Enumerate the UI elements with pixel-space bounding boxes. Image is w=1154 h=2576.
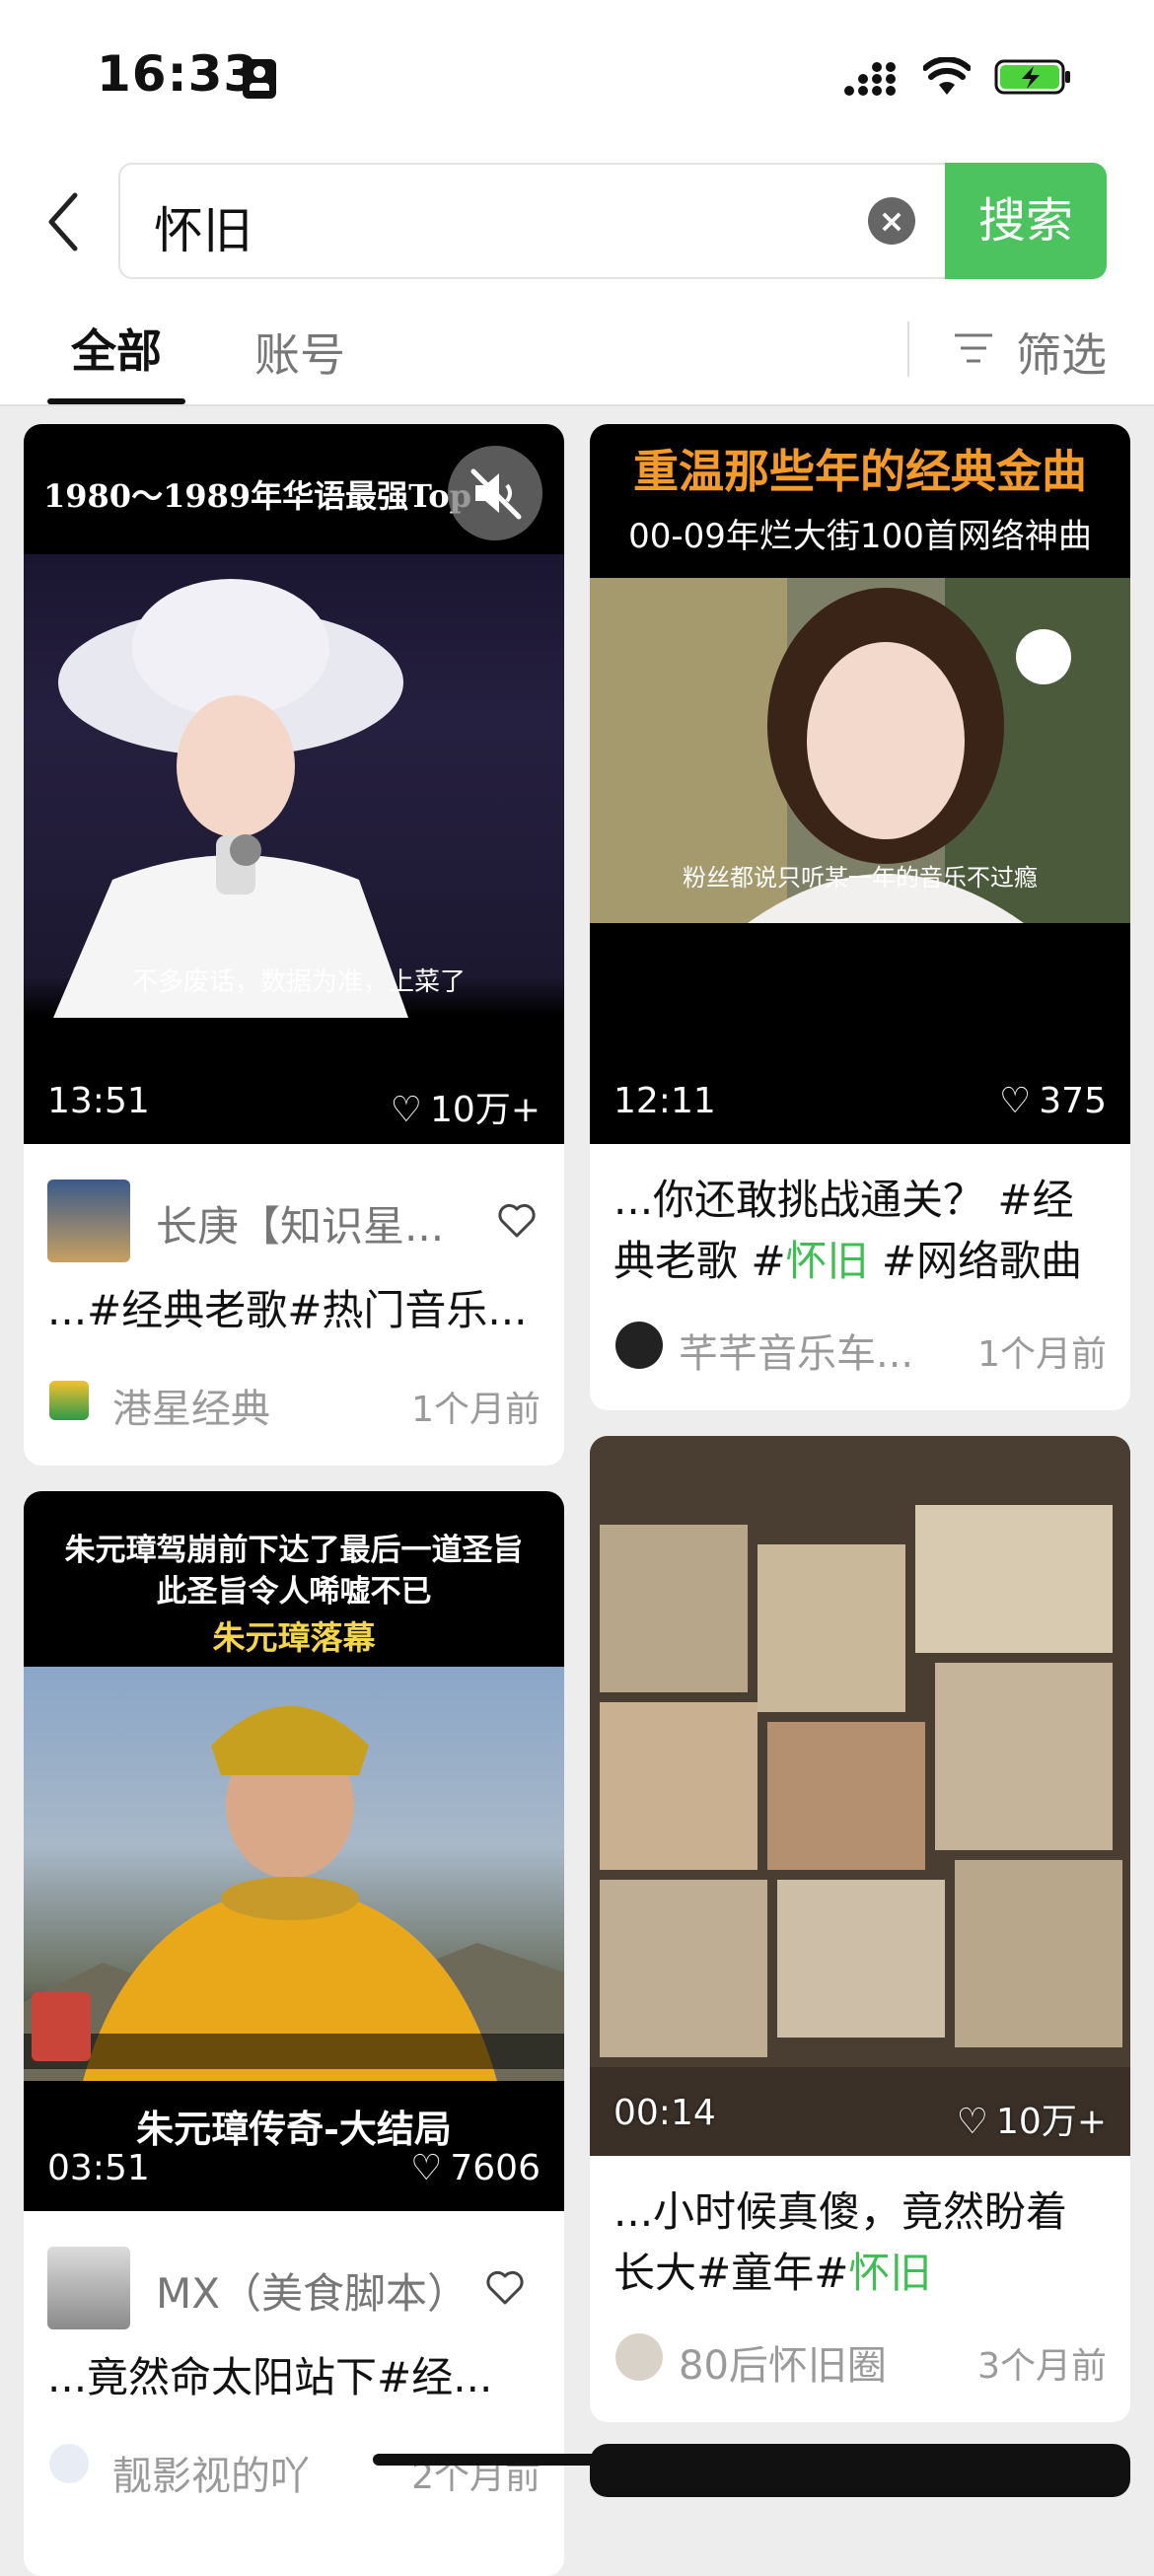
signal-icon bbox=[844, 62, 896, 96]
video-thumbnail bbox=[590, 1436, 1130, 2156]
video-overlay-title: 1980～1989年华语最强Top bbox=[43, 477, 471, 515]
description-line-2: 典老歌 #怀旧 #网络歌曲 bbox=[613, 1237, 1083, 1285]
status-time: 16:33 bbox=[97, 45, 259, 103]
video-card[interactable] bbox=[590, 2444, 1130, 2497]
source-name[interactable]: 靓影视的吖 bbox=[112, 2444, 310, 2501]
description-line-1: ...你还敢挑战通关？ #经 bbox=[613, 1176, 1074, 1224]
search-button[interactable]: 搜索 bbox=[945, 163, 1107, 279]
video-description[interactable]: ...你还敢挑战通关？ #经 典老歌 #怀旧 #网络歌曲 bbox=[613, 1170, 1117, 1292]
favorite-icon[interactable] bbox=[497, 1203, 537, 1239]
favorite-icon[interactable] bbox=[485, 2270, 525, 2306]
filter-button[interactable]: 筛选 bbox=[1016, 320, 1107, 385]
video-description[interactable]: ...小时候真傻，竟然盼着 长大#童年#怀旧 bbox=[613, 2182, 1117, 2304]
post-time: 3个月前 bbox=[977, 2346, 1107, 2387]
post-time: 1个月前 bbox=[977, 1334, 1107, 1375]
battery-charging-icon bbox=[994, 59, 1070, 95]
clear-icon[interactable]: × bbox=[868, 197, 915, 245]
video-card[interactable]: 1980～1989年华语最强Top 不多废话，数据为准，上菜了 13:51 ♡ 1… bbox=[24, 424, 564, 1466]
video-card[interactable]: 重温那些年的经典金曲 00-09年烂大街100首网络神曲 粉丝都说只听某一年的音… bbox=[590, 424, 1130, 1410]
source-avatar bbox=[615, 2333, 663, 2381]
video-overlay-subtitle: 00-09年烂大街100首网络神曲 bbox=[628, 517, 1092, 556]
video-description[interactable]: ...#经典老歌#热门音乐... bbox=[47, 1280, 550, 1341]
source-avatar bbox=[49, 2444, 89, 2483]
hashtag-highlight[interactable]: 怀旧 bbox=[786, 1237, 869, 1285]
header-divider bbox=[0, 404, 1154, 406]
performer-image bbox=[53, 579, 408, 1018]
tab-divider bbox=[907, 322, 909, 377]
video-card[interactable]: 朱元璋驾崩前下达了最后一道圣旨 此圣旨令人唏嘘不已 朱元璋落幕 朱元璋传奇-大结… bbox=[24, 1491, 564, 2576]
video-duration: 13:51 bbox=[47, 1081, 150, 1121]
video-overlay-line-1: 朱元璋驾崩前下达了最后一道圣旨 bbox=[64, 1533, 524, 1568]
tab-all[interactable]: 全部 bbox=[71, 316, 162, 381]
source-name[interactable]: 80后怀旧圈 bbox=[679, 2333, 887, 2391]
author-name[interactable]: 长庚【知识星... bbox=[156, 1193, 452, 1253]
source-name[interactable]: 芊芊音乐车... bbox=[679, 1322, 913, 1379]
video-likes: ♡ 10万+ bbox=[956, 2102, 1107, 2142]
video-duration: 12:11 bbox=[613, 1081, 716, 1121]
id-card-icon bbox=[243, 59, 276, 99]
source-name[interactable]: 港星经典 bbox=[112, 1377, 270, 1434]
hashtag-highlight[interactable]: 怀旧 bbox=[848, 2249, 931, 2297]
source-avatar bbox=[49, 1381, 89, 1420]
avatar[interactable] bbox=[47, 2247, 130, 2329]
avatar[interactable] bbox=[47, 1180, 130, 1262]
back-arrow-icon[interactable] bbox=[39, 187, 89, 256]
video-likes: ♡ 375 bbox=[999, 1081, 1107, 1121]
video-overlay-line-2: 此圣旨令人唏嘘不已 bbox=[156, 1574, 432, 1610]
description-line-1: ...小时候真傻，竟然盼着 bbox=[613, 2187, 1068, 2236]
video-duration: 03:51 bbox=[47, 2148, 150, 2188]
video-overlay-line-3: 朱元璋落幕 bbox=[212, 1618, 376, 1657]
search-query-text: 怀旧 bbox=[154, 202, 252, 259]
source-avatar bbox=[615, 1322, 663, 1369]
video-duration: 00:14 bbox=[613, 2093, 716, 2133]
comic-books-image bbox=[590, 1436, 1130, 2156]
video-subtitle: 粉丝都说只听某一年的音乐不过瘾 bbox=[683, 864, 1038, 892]
emperor-image bbox=[24, 1706, 564, 2081]
video-card[interactable]: 00:14 ♡ 10万+ ...小时候真傻，竟然盼着 长大#童年#怀旧 80后怀旧… bbox=[590, 1436, 1130, 2422]
mute-icon[interactable] bbox=[448, 446, 542, 540]
filter-icon[interactable] bbox=[953, 331, 994, 365]
video-likes: ♡ 7606 bbox=[410, 2148, 541, 2188]
description-line-2: 长大#童年#怀旧 bbox=[613, 2249, 932, 2297]
video-overlay-title: 重温那些年的经典金曲 bbox=[633, 445, 1087, 498]
post-time: 1个月前 bbox=[411, 1390, 541, 1430]
video-subtitle: 不多废话，数据为准，上菜了 bbox=[132, 967, 467, 997]
wifi-icon bbox=[923, 57, 971, 95]
home-indicator bbox=[373, 2454, 781, 2466]
author-name[interactable]: MX（美食脚本） bbox=[156, 2260, 469, 2321]
video-bottom-title: 朱元璋传奇-大结局 bbox=[136, 2107, 452, 2151]
video-likes: ♡ 10万+ bbox=[390, 1090, 541, 1130]
video-description[interactable]: ...竟然命太阳站下#经... bbox=[47, 2347, 550, 2408]
tab-account[interactable]: 账号 bbox=[254, 320, 345, 385]
